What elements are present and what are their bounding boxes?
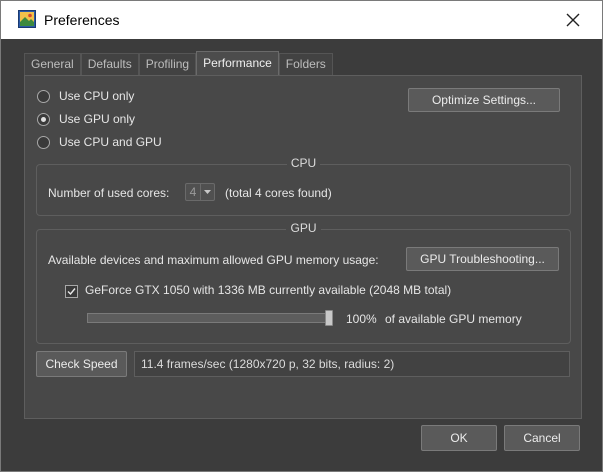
cores-value: 4 — [189, 185, 197, 199]
tab-bar: General Defaults Profiling Performance F… — [24, 51, 333, 75]
radio-label: Use CPU and GPU — [59, 135, 162, 149]
gpu-device-label: GeForce GTX 1050 with 1336 MB currently … — [85, 283, 452, 297]
radio-cpu-only[interactable]: Use CPU only — [37, 89, 134, 103]
gpu-group-title: GPU — [286, 221, 321, 235]
app-icon — [18, 10, 36, 28]
cores-dropdown[interactable]: 4 — [185, 183, 215, 201]
radio-cpu-and-gpu[interactable]: Use CPU and GPU — [37, 135, 162, 149]
speed-result: 11.4 frames/sec (1280x720 p, 32 bits, ra… — [134, 351, 570, 377]
tab-folders[interactable]: Folders — [278, 53, 333, 75]
cpu-group-title: CPU — [286, 156, 321, 170]
check-speed-button[interactable]: Check Speed — [36, 351, 127, 377]
radio-indicator-selected — [37, 112, 50, 126]
cores-label: Number of used cores: — [48, 186, 170, 200]
performance-panel: Use CPU only Use GPU only Use CPU and GP… — [24, 75, 582, 419]
optimize-settings-button[interactable]: Optimize Settings... — [408, 88, 560, 112]
gpu-device-checkbox[interactable] — [65, 285, 78, 298]
cores-found-label: (total 4 cores found) — [225, 186, 332, 200]
dialog-content: General Defaults Profiling Performance F… — [1, 39, 602, 471]
radio-label: Use GPU only — [59, 112, 136, 126]
radio-gpu-only[interactable]: Use GPU only — [37, 112, 135, 126]
tab-general[interactable]: General — [24, 53, 81, 75]
preferences-window: Preferences General Defaults Profiling P… — [0, 0, 603, 472]
radio-label: Use CPU only — [59, 89, 135, 103]
gpu-memory-slider[interactable] — [87, 313, 333, 323]
tab-defaults[interactable]: Defaults — [80, 53, 139, 75]
radio-indicator — [37, 89, 50, 103]
chevron-down-icon — [200, 184, 214, 200]
gpu-memory-suffix: of available GPU memory — [385, 312, 522, 326]
tab-performance[interactable]: Performance — [196, 51, 279, 75]
window-title: Preferences — [44, 12, 120, 28]
gpu-memory-slider-handle[interactable] — [325, 310, 333, 326]
gpu-group: GPU Available devices and maximum allowe… — [36, 221, 571, 344]
title-bar: Preferences — [1, 1, 602, 39]
ok-button[interactable]: OK — [421, 425, 497, 451]
radio-indicator — [37, 135, 50, 149]
checkmark-icon — [67, 288, 76, 296]
close-icon — [566, 13, 580, 27]
cpu-group: CPU Number of used cores: 4 (total 4 cor… — [36, 156, 571, 216]
gpu-troubleshooting-button[interactable]: GPU Troubleshooting... — [406, 247, 559, 271]
cancel-button[interactable]: Cancel — [504, 425, 580, 451]
gpu-memory-percent: 100% — [346, 312, 377, 326]
close-button[interactable] — [561, 9, 585, 31]
tab-profiling[interactable]: Profiling — [138, 53, 197, 75]
devices-label: Available devices and maximum allowed GP… — [48, 253, 379, 267]
